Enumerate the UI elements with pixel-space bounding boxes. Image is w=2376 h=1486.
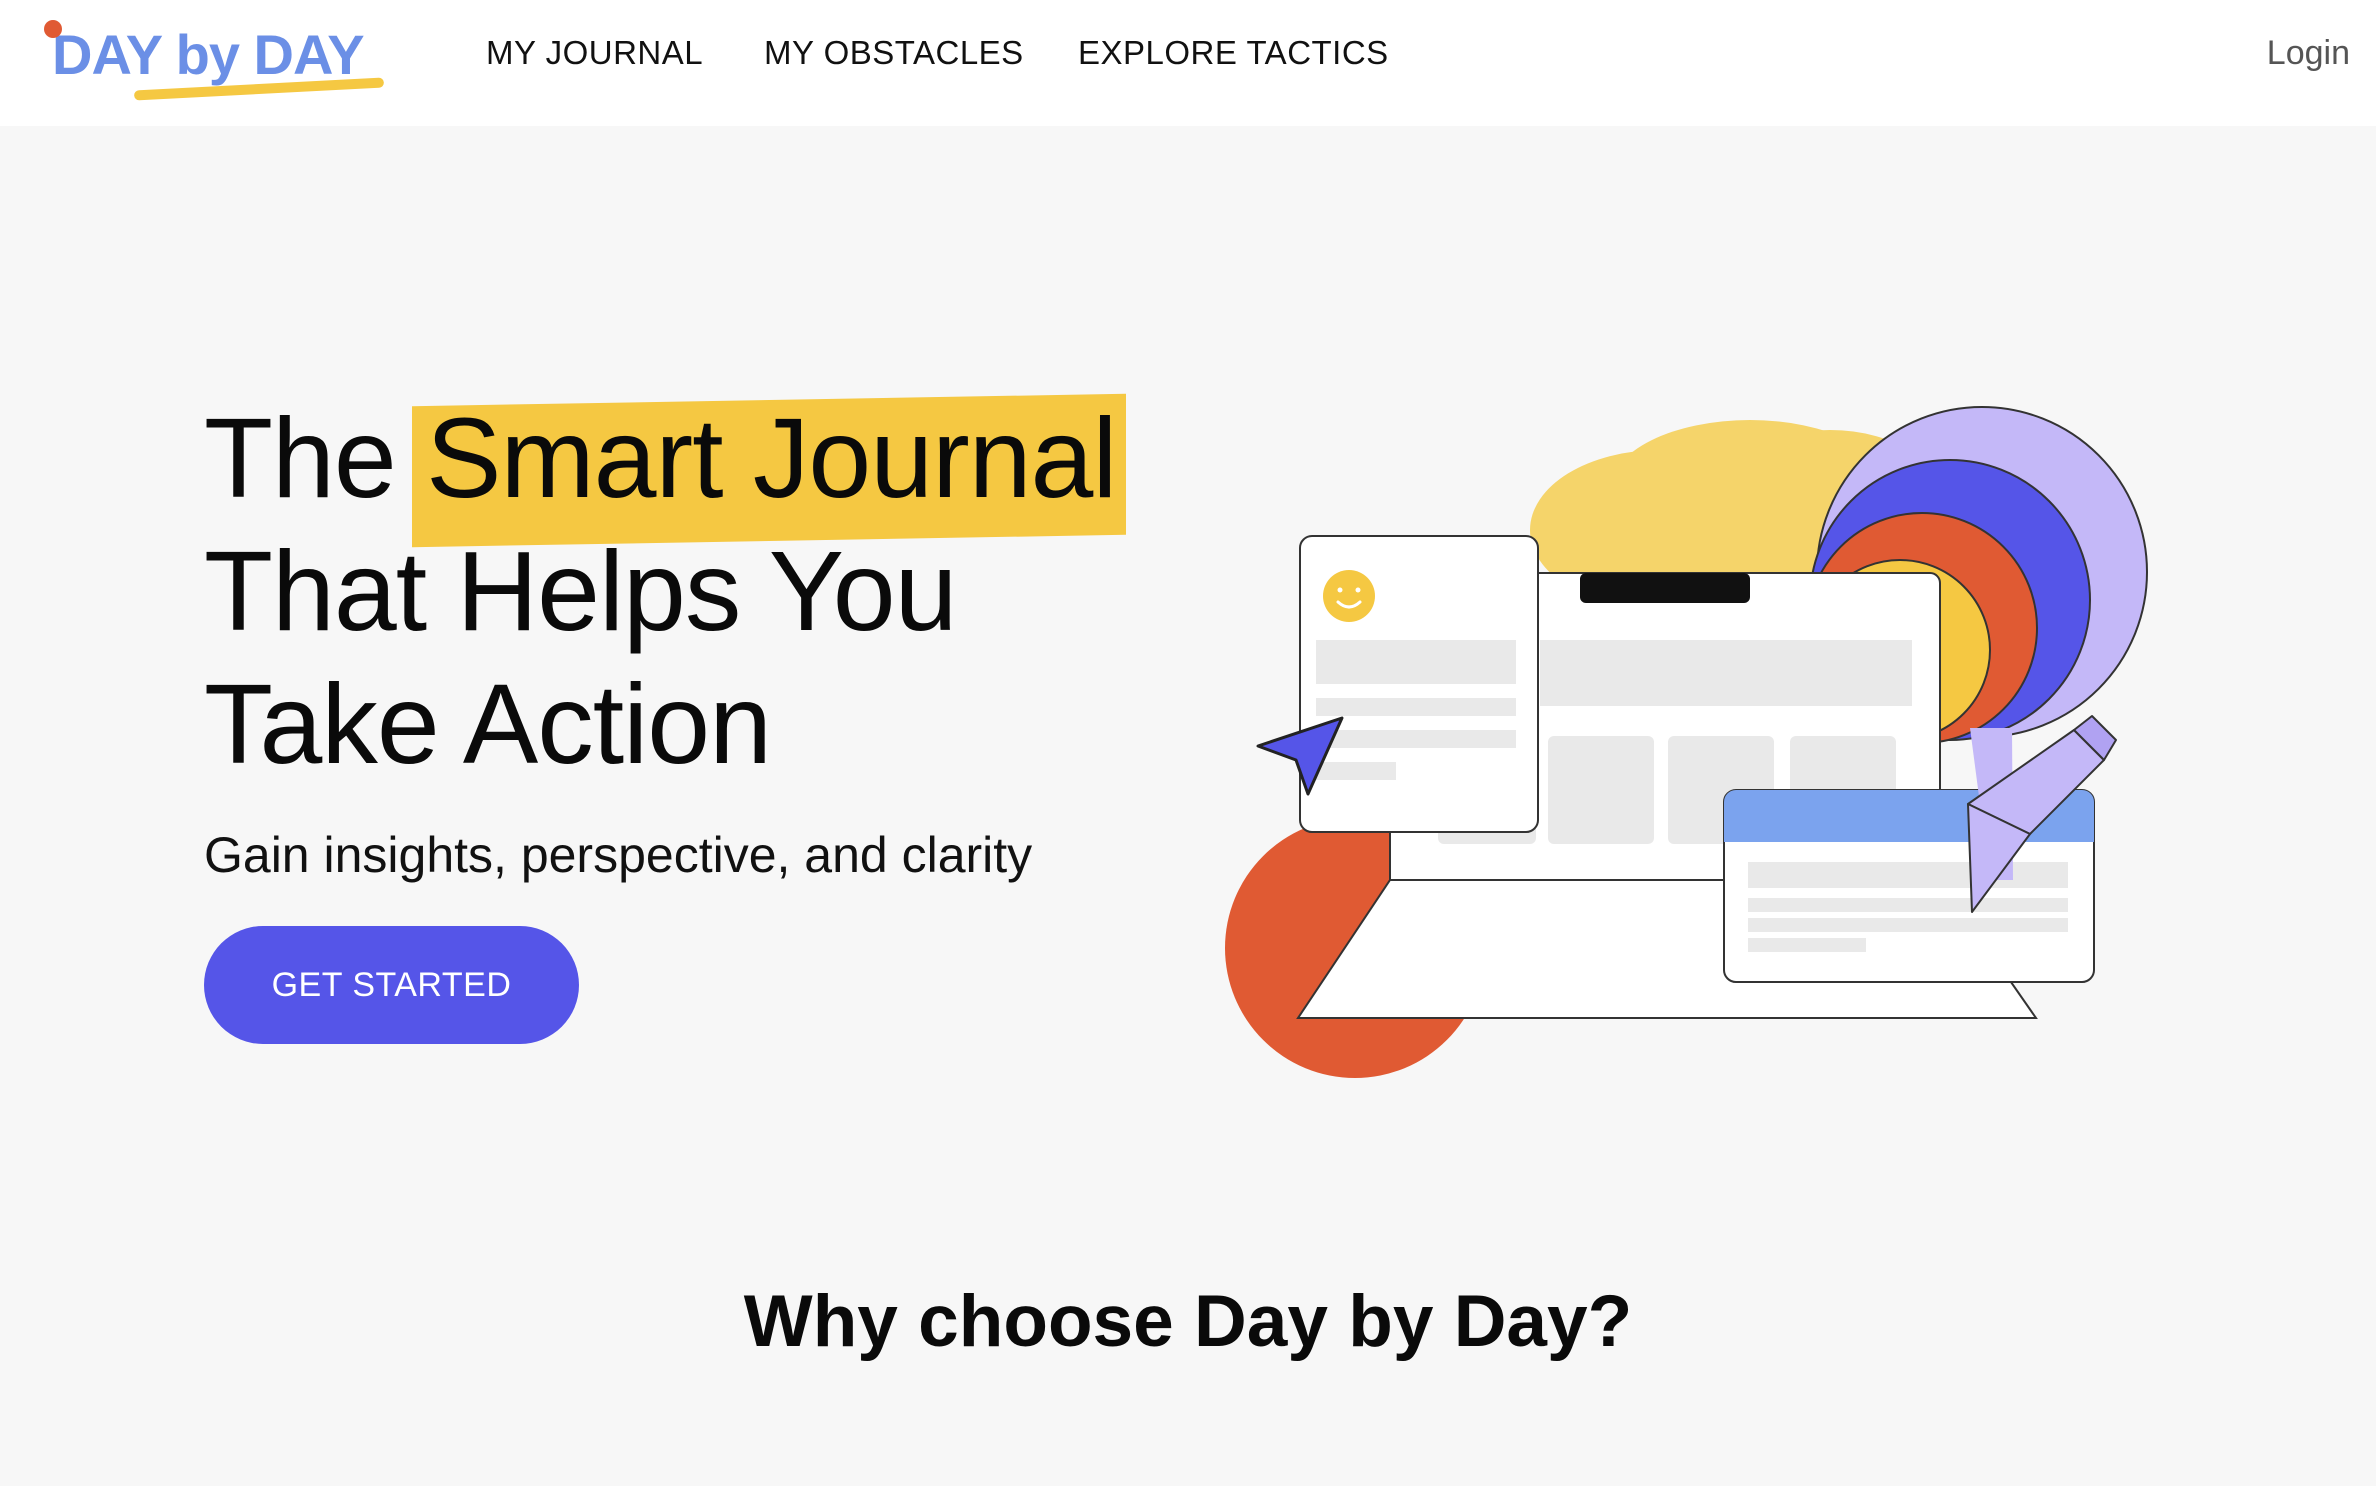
hero-title: The Smart Journal That Helps You Take Ac… xyxy=(204,392,1204,791)
hero-subtitle: Gain insights, perspective, and clarity xyxy=(204,827,1033,883)
nav-my-journal[interactable]: MY JOURNAL xyxy=(486,34,703,72)
day-by-day-logo[interactable]: DAY by DAY xyxy=(40,14,385,106)
hero-illustration xyxy=(1225,406,2148,1078)
login-link[interactable]: Login xyxy=(2267,34,2350,73)
why-choose-heading: Why choose Day by Day? xyxy=(743,1281,1633,1362)
nav-my-obstacles[interactable]: MY OBSTACLES xyxy=(764,34,1024,72)
hero-title-prefix: The xyxy=(204,395,397,521)
hero-title-line-2: That Helps You xyxy=(204,528,957,654)
nav-explore-tactics[interactable]: EXPLORE TACTICS xyxy=(1078,34,1389,72)
logo-dot xyxy=(44,20,62,38)
smiley-icon xyxy=(1323,570,1375,622)
logo-text: DAY by DAY xyxy=(52,23,365,86)
hero-title-highlight: Smart Journal xyxy=(426,392,1117,525)
hero-title-line-3: Take Action xyxy=(204,661,772,787)
hero-title-line-1: The Smart Journal xyxy=(204,392,1204,525)
top-navigation-bar: DAY by DAY MY JOURNAL MY OBSTACLES EXPLO… xyxy=(0,0,2376,126)
get-started-button[interactable]: GET STARTED xyxy=(204,926,579,1044)
